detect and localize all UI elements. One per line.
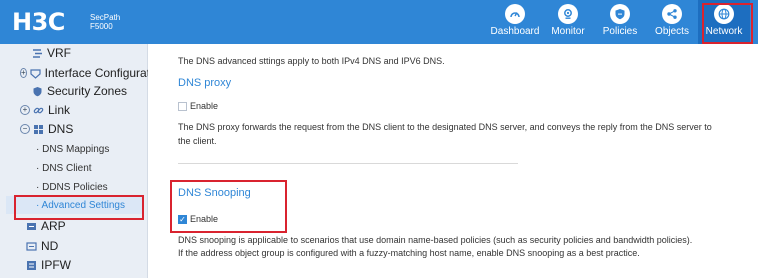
dns-snooping-description-line2: If the address object group is configure… [178,248,640,258]
nav-monitor-label: Monitor [551,26,585,37]
nav-objects[interactable]: Objects [646,0,698,44]
sidebar-item-nd[interactable]: ND [0,237,148,255]
advanced-settings-highlight-box [14,195,144,220]
nav-dashboard-label: Dashboard [490,26,540,37]
dns-snooping-description-line1: DNS snooping is applicable to scenarios … [178,235,693,245]
nav-dashboard[interactable]: Dashboard [488,0,542,44]
nd-icon [26,241,37,252]
dns-snooping-highlight-box [170,180,287,233]
monitor-icon [558,4,578,24]
product-line1: SecPath [90,13,121,22]
ipfw-icon [26,260,37,271]
sidebar-item-label: IPFW [41,258,71,272]
nav-monitor[interactable]: Monitor [542,0,594,44]
sidebar-item-label: Link [48,103,71,117]
dns-proxy-enable-checkbox[interactable] [178,102,187,111]
nav-policies-label: Policies [602,26,638,37]
sidebar-item-label: Security Zones [47,84,128,98]
sidebar-item-link[interactable]: + Link [0,101,148,119]
sidebar-item-label: Interface Configuratio [44,66,160,80]
dns-proxy-title: DNS proxy [178,77,232,89]
sidebar-item-label: VRF [47,46,71,60]
sidebar-item-label: ND [41,239,59,253]
top-header: H3C SecPath F5000 Dashboard Monitor Poli… [0,0,758,44]
collapse-icon[interactable]: − [20,124,30,134]
interface-icon [30,68,41,79]
sidebar-subitem-ddns-policies[interactable]: · DDNS Policies [36,178,108,196]
nav-policies[interactable]: Policies [594,0,646,44]
dns-proxy-description-line2: the client. [178,136,217,146]
sidebar-item-dns[interactable]: − DNS [0,120,148,138]
sidebar-subitem-dns-mappings[interactable]: · DNS Mappings [36,140,109,158]
sidebar-subitem-dns-client[interactable]: · DNS Client [36,159,92,177]
shield-icon [32,86,43,97]
vrf-icon [32,48,43,59]
dns-icon [33,124,44,135]
product-line2: F5000 [90,22,113,31]
nav-objects-label: Objects [655,26,689,37]
link-icon [33,105,44,116]
product-name: SecPath F5000 [90,13,120,31]
dns-proxy-description-line1: The DNS proxy forwards the request from … [178,122,712,132]
sidebar-item-interface-configuration[interactable]: + Interface Configuratio [0,64,159,82]
expand-icon[interactable]: + [20,68,27,78]
dashboard-icon [505,4,525,24]
network-highlight-box [702,3,753,44]
sidebar-item-label: ARP [41,219,66,233]
section-divider [178,163,518,164]
sidebar: VRF + Interface Configuratio Security Zo… [0,44,159,278]
dns-proxy-enable-label: Enable [190,101,219,111]
share-nodes-icon [662,4,682,24]
sidebar-item-ipfw[interactable]: IPFW [0,256,148,274]
intro-text: The DNS advanced sttings apply to both I… [178,56,445,66]
arp-icon [26,221,37,232]
shield-icon [610,4,630,24]
sidebar-item-security-zones[interactable]: Security Zones [0,82,148,100]
sidebar-item-vrf[interactable]: VRF [0,44,148,62]
expand-icon[interactable]: + [20,105,30,115]
sidebar-item-label: DNS [48,122,74,136]
brand-logo: H3C [12,8,65,36]
